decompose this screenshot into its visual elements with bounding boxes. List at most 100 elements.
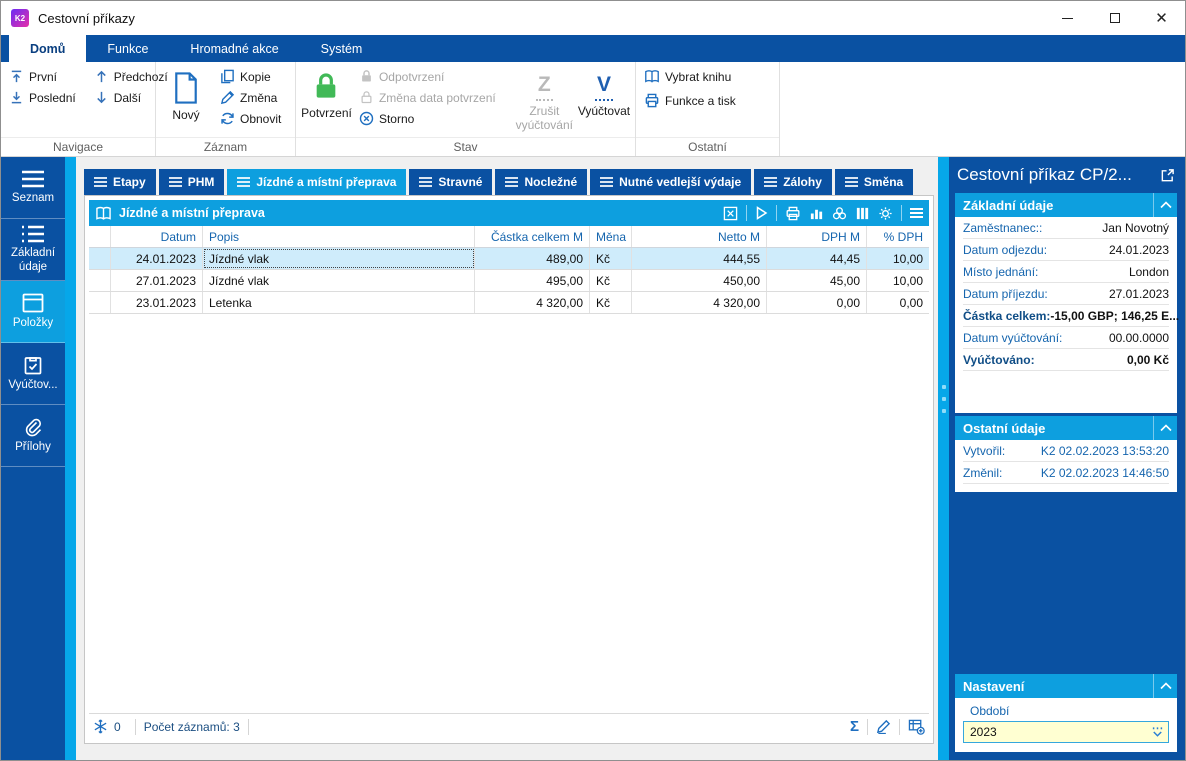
- minimize-button[interactable]: [1044, 1, 1091, 35]
- printer-icon: [645, 93, 659, 108]
- undo-settlement-icon: Z: [535, 71, 553, 101]
- table-row[interactable]: 24.01.2023 Jízdné vlak 489,00 Kč 444,55 …: [89, 248, 929, 270]
- detail-list-icon: [22, 226, 44, 243]
- edit-button[interactable]: Změna: [218, 88, 287, 107]
- arrow-down-icon: [96, 91, 106, 104]
- column-header-popis[interactable]: Popis: [203, 226, 475, 247]
- ribbon-group-other: Vybrat knihu Funkce a tisk Ostatní: [636, 62, 780, 156]
- period-combobox[interactable]: [963, 721, 1169, 743]
- table-row[interactable]: 27.01.2023 Jízdné vlak 495,00 Kč 450,00 …: [89, 270, 929, 292]
- ribbon-tab-functions[interactable]: Funkce: [86, 35, 169, 62]
- ribbon-tab-home[interactable]: Domů: [9, 35, 87, 62]
- tab-noclezne[interactable]: Nocležné: [495, 169, 588, 195]
- period-dropdown-button[interactable]: [1146, 722, 1168, 742]
- tab-label: Etapy: [113, 175, 146, 189]
- section-header[interactable]: Základní údaje: [955, 193, 1177, 217]
- tab-phm[interactable]: PHM: [158, 169, 225, 195]
- column-header-datum[interactable]: Datum: [111, 226, 203, 247]
- storno-button[interactable]: Storno: [357, 109, 502, 128]
- tab-menu-icon: [94, 176, 107, 188]
- undo-settlement-button: Z Zrušit vyúčtování: [516, 67, 573, 132]
- tab-label: Směna: [863, 175, 904, 189]
- tab-label: Nocležné: [524, 175, 578, 189]
- maximize-button[interactable]: [1091, 1, 1138, 35]
- period-input[interactable]: [964, 725, 1146, 739]
- column-header-mena[interactable]: Měna: [590, 226, 632, 247]
- field-row: Datum vyúčtování: 00.00.0000: [963, 327, 1169, 349]
- columns-icon[interactable]: [855, 206, 870, 221]
- tab-menu-icon: [844, 176, 858, 188]
- sidebar-item-seznam[interactable]: Seznam: [1, 157, 65, 219]
- grid-menu-icon[interactable]: [910, 207, 923, 219]
- run-icon[interactable]: [755, 206, 768, 220]
- tab-label: PHM: [187, 175, 215, 189]
- column-header-netto[interactable]: Netto M: [632, 226, 767, 247]
- unconfirm-label: Odpotvrzení: [378, 69, 445, 84]
- ribbon: První Poslední Předchozí Další Navigace …: [1, 62, 1185, 157]
- confirm-button[interactable]: Potvrzení: [301, 67, 352, 120]
- edit-icon[interactable]: [876, 719, 891, 734]
- cell-pdph: 0,00: [899, 295, 923, 310]
- sidebar-item-vyuctovani[interactable]: Vyúčtov...: [1, 343, 65, 405]
- reports-icon[interactable]: [832, 206, 847, 221]
- field-value: 27.01.2023: [1108, 286, 1169, 301]
- sidebar-item-prilohy[interactable]: Přílohy: [1, 405, 65, 467]
- refresh-button[interactable]: Obnovit: [218, 109, 287, 128]
- section-header[interactable]: Nastavení: [955, 674, 1177, 698]
- copy-button[interactable]: Kopie: [218, 67, 287, 86]
- left-splitter[interactable]: [65, 157, 76, 760]
- field-value: Jan Novotný: [1102, 220, 1169, 235]
- tab-zalohy[interactable]: Zálohy: [754, 169, 832, 195]
- tab-menu-icon: [764, 176, 778, 188]
- sum-icon[interactable]: Σ: [850, 718, 859, 735]
- select-book-button[interactable]: Vybrat knihu: [642, 67, 742, 86]
- detail-title: Cestovní příkaz CP/2...: [957, 165, 1132, 184]
- right-splitter[interactable]: [938, 157, 949, 760]
- ribbon-tab-bulk-actions[interactable]: Hromadné akce: [169, 35, 299, 62]
- field-label: Datum vyúčtování:: [963, 330, 1063, 345]
- ribbon-tab-system[interactable]: Systém: [300, 35, 384, 62]
- flag-count: 0: [114, 719, 121, 734]
- print-icon[interactable]: [785, 206, 801, 221]
- tab-etapy[interactable]: Etapy: [84, 169, 156, 195]
- column-header-castka[interactable]: Částka celkem M: [475, 226, 590, 247]
- sidebar-label: Položky: [12, 316, 54, 329]
- edit-label: Změna: [240, 90, 278, 105]
- sidebar-label: Seznam: [11, 191, 55, 204]
- unconfirm-button: Odpotvrzení: [357, 67, 502, 86]
- record-count: Počet záznamů: 3: [143, 719, 240, 734]
- row-indicator: [89, 292, 111, 313]
- tab-smena[interactable]: Směna: [834, 169, 914, 195]
- cell-popis: Letenka: [203, 292, 475, 313]
- sidebar-item-zakladni-udaje[interactable]: Základní údaje: [1, 219, 65, 281]
- field-row: Vytvořil: K2 02.02.2023 13:53:20: [963, 440, 1169, 462]
- grid-header-row: Datum Popis Částka celkem M Měna Netto M…: [89, 226, 929, 248]
- tab-nutne-vedlejsi-vydaje[interactable]: Nutné vedlejší výdaje: [590, 169, 752, 195]
- first-record-button[interactable]: První: [7, 67, 82, 86]
- settle-button[interactable]: V Vyúčtovat: [578, 67, 630, 118]
- tab-stravne[interactable]: Stravné: [409, 169, 493, 195]
- undo-settlement-label: Zrušit vyúčtování: [515, 104, 573, 132]
- book-icon: [96, 206, 111, 220]
- column-header-pdph[interactable]: % DPH: [867, 226, 929, 247]
- sidebar-label: Základní údaje: [10, 247, 56, 273]
- field-row: Místo jednání: London: [963, 261, 1169, 283]
- open-external-icon[interactable]: [1160, 168, 1175, 183]
- clipboard-check-icon: [24, 357, 42, 375]
- tab-jizdne[interactable]: Jízdné a místní přeprava: [227, 169, 407, 195]
- cell-mena: Kč: [590, 248, 632, 269]
- chart-icon[interactable]: [809, 206, 824, 221]
- section-header[interactable]: Ostatní údaje: [955, 416, 1177, 440]
- close-button[interactable]: ✕: [1138, 1, 1185, 35]
- settings-gear-icon[interactable]: [878, 206, 893, 221]
- column-header-dph[interactable]: DPH M: [767, 226, 867, 247]
- export-excel-icon[interactable]: [723, 206, 738, 221]
- last-record-button[interactable]: Poslední: [7, 88, 82, 107]
- functions-print-button[interactable]: Funkce a tisk: [642, 91, 742, 110]
- add-table-icon[interactable]: [908, 719, 925, 735]
- table-row[interactable]: 23.01.2023 Letenka 4 320,00 Kč 4 320,00 …: [89, 292, 929, 314]
- arrow-last-icon: [11, 91, 22, 104]
- new-button[interactable]: Nový: [162, 67, 210, 122]
- sidebar-item-polozky[interactable]: Položky: [1, 281, 65, 343]
- tab-menu-icon: [168, 176, 182, 188]
